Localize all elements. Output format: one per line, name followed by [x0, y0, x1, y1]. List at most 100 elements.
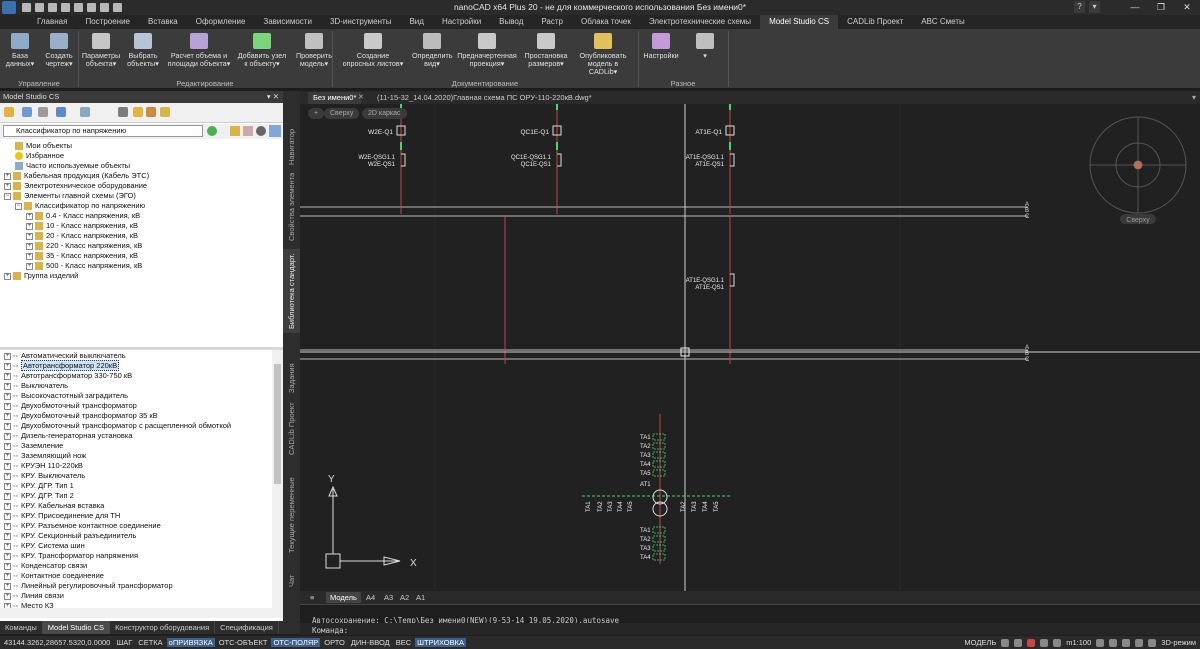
list-item[interactable]: + ◦◦ Автотрансформатор 330-750 кВ — [4, 371, 132, 381]
bottom-tab-2[interactable]: Конструктор оборудования — [110, 621, 216, 634]
undo-icon[interactable] — [87, 3, 96, 12]
fullscreen-icon[interactable] — [1148, 638, 1157, 647]
ribbon-tab-10[interactable]: Облака точек — [572, 15, 640, 29]
ribbon-tab-6[interactable]: Вид — [400, 15, 432, 29]
list-item[interactable]: + ◦◦ КРУ. Система шин — [4, 541, 85, 551]
command-input-bar[interactable] — [300, 623, 1200, 635]
properties-icon[interactable] — [38, 107, 48, 117]
open-file-icon[interactable] — [35, 3, 44, 12]
ribbon-button-1[interactable]: Создать чертеж▾ — [40, 31, 78, 68]
tree-item[interactable]: Избранное — [4, 151, 64, 161]
panel-header-controls[interactable]: ▾ ✕ — [267, 91, 279, 103]
side-tab-4[interactable]: CADLib Проект — [283, 401, 300, 459]
list-item[interactable]: + ◦◦ Линейный регулировочный трансформатор — [4, 581, 173, 591]
tree-item[interactable]: Часто используемые объекты — [4, 161, 130, 171]
status-toggle-8[interactable]: ШТРИХОВКА — [415, 638, 466, 647]
list-hscrollbar[interactable] — [0, 608, 283, 618]
customize-qa-icon[interactable] — [113, 3, 122, 12]
list-expander[interactable]: + — [4, 582, 11, 590]
scale-label[interactable]: m1:100 — [1066, 638, 1091, 647]
list-item[interactable]: + ◦◦ Линия связи — [4, 591, 64, 601]
list-item[interactable]: + ◦◦ Контактное соединение — [4, 571, 104, 581]
tree-item[interactable]: − Классификатор по напряжению — [15, 201, 145, 211]
list-item[interactable]: + ◦◦ Двухобмоточный трансформатор 35 кВ — [4, 411, 158, 421]
lock-icon[interactable] — [1014, 638, 1023, 647]
tree-item[interactable]: +35 - Класс напряжения, кВ — [26, 251, 138, 261]
doc-tabs-menu-icon[interactable]: ▾ — [1192, 91, 1196, 104]
save-db-icon[interactable] — [22, 107, 32, 117]
side-tab-0[interactable]: Навигатор — [283, 99, 300, 169]
ribbon-tab-0[interactable]: Главная — [28, 15, 76, 29]
list-expander[interactable]: + — [4, 372, 11, 380]
ribbon-tab-1[interactable]: Построение — [76, 15, 139, 29]
annotation-icon[interactable] — [1001, 638, 1010, 647]
tag-icon[interactable] — [146, 107, 156, 117]
status-toggle-6[interactable]: ДИН-ВВОД — [349, 638, 392, 647]
ribbon-button-6[interactable]: Проверить модель▾ — [292, 31, 336, 68]
folder-up-icon[interactable] — [133, 107, 143, 117]
ribbon-tab-4[interactable]: Зависимости — [254, 15, 321, 29]
ribbon-tab-7[interactable]: Настройки — [433, 15, 490, 29]
ribbon-button-4[interactable]: Расчет объема и площади объекта▾ — [166, 31, 232, 68]
status-toggle-5[interactable]: ОРТО — [322, 638, 347, 647]
list-expander[interactable]: + — [4, 362, 11, 370]
list-item[interactable]: + ◦◦ Автотрансформатор 220кВ — [4, 360, 120, 371]
list-expander[interactable]: + — [4, 482, 11, 490]
settings-icon[interactable] — [256, 126, 266, 136]
list-item[interactable]: + ◦◦ Конденсатор связи — [4, 561, 87, 571]
zoom-extents-icon[interactable] — [1122, 638, 1131, 647]
ribbon-button-11[interactable]: Опубликовать модель в CADLib▾ — [573, 31, 633, 76]
tree-expander[interactable]: + — [4, 182, 11, 190]
tree-item[interactable]: + Кабельная продукция (Кабель ЭТС) — [4, 171, 149, 181]
tree-item[interactable]: +10 - Класс напряжения, кВ — [26, 221, 138, 231]
pan-icon[interactable] — [1096, 638, 1105, 647]
tree-expander[interactable]: + — [4, 172, 11, 180]
tree-item[interactable]: Мои объекты — [4, 141, 72, 151]
ribbon-tab-11[interactable]: Электротехнические схемы — [640, 15, 760, 29]
status-toggle-3[interactable]: ОТС-ОБЪЕКТ — [217, 638, 270, 647]
marker-icon[interactable] — [1027, 638, 1036, 647]
minimize-button[interactable]: — — [1122, 0, 1148, 15]
tree-expander[interactable]: + — [26, 222, 33, 230]
list-expander[interactable]: + — [4, 552, 11, 560]
print-icon[interactable] — [74, 3, 83, 12]
command-prompt[interactable]: Команда: — [312, 626, 348, 635]
ribbon-button-5[interactable]: Добавить узел к объекту▾ — [234, 31, 290, 68]
list-expander[interactable]: + — [4, 422, 11, 430]
status-toggle-1[interactable]: СЕТКА — [136, 638, 164, 647]
layout-tab-0[interactable]: Модель — [326, 592, 361, 603]
new-file-icon[interactable] — [22, 3, 31, 12]
list-item[interactable]: + ◦◦ КРУ. Кабельная вставка — [4, 501, 104, 511]
folder-icon[interactable] — [230, 126, 240, 136]
list-expander[interactable]: + — [4, 432, 11, 440]
visual-style-button[interactable]: 2D каркас — [362, 108, 407, 119]
list-expander[interactable]: + — [4, 542, 11, 550]
open-folder-icon[interactable] — [4, 107, 14, 117]
list-view-icon[interactable] — [80, 107, 90, 117]
list-item[interactable]: + ◦◦ КРУ. Секционный разъединитель — [4, 531, 136, 541]
layout-tab-4[interactable]: A1 — [412, 592, 429, 603]
tree-expander[interactable]: + — [26, 232, 33, 240]
pin-icon[interactable] — [269, 125, 281, 137]
tree-expander[interactable]: + — [26, 262, 33, 270]
ribbon-button-7[interactable]: Создание опросных листов▾ — [337, 31, 409, 68]
list-expander[interactable]: + — [4, 572, 11, 580]
ribbon-button-0[interactable]: База данных▾ — [3, 31, 37, 68]
ribbon-button-8[interactable]: Определить вид▾ — [412, 31, 453, 68]
close-button[interactable]: ✕ — [1174, 0, 1200, 15]
ribbon-extra-button[interactable]: ▾ — [690, 31, 720, 60]
app-icon[interactable] — [2, 1, 16, 14]
side-tab-3[interactable]: Задания — [283, 337, 300, 397]
tree-expander[interactable]: − — [4, 192, 11, 200]
layers-icon[interactable] — [1053, 638, 1062, 647]
zoom-icon[interactable] — [1109, 638, 1118, 647]
play-icon[interactable] — [56, 107, 66, 117]
side-tab-6[interactable]: Чат — [283, 561, 300, 591]
list-item[interactable]: + ◦◦ Двухобмоточный трансформатор с расщеп… — [4, 421, 231, 431]
model-label[interactable]: МОДЕЛЬ — [964, 638, 996, 647]
list-item[interactable]: + ◦◦ Выключатель — [4, 381, 68, 391]
ribbon-tab-9[interactable]: Растр — [532, 15, 572, 29]
ribbon-tab-5[interactable]: 3D-инструменты — [321, 15, 401, 29]
layout-tab-3[interactable]: A2 — [396, 592, 413, 603]
side-tab-1[interactable]: Свойства элемента — [283, 173, 300, 245]
